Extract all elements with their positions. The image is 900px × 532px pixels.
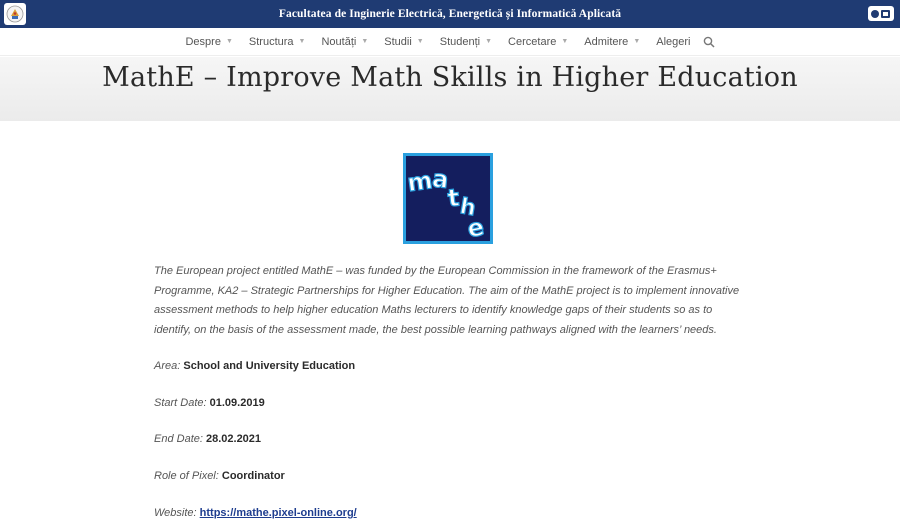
area-field: Area: School and University Education bbox=[154, 360, 355, 372]
chevron-down-icon: ▼ bbox=[561, 38, 569, 45]
nav-item-studenti[interactable]: Studenți ▼ bbox=[440, 36, 492, 48]
role-value: Coordinator bbox=[221, 470, 285, 482]
intro-paragraph: The European project entitled MathE – wa… bbox=[154, 265, 740, 336]
website-field: Website: https://mathe.pixel-online.org/ bbox=[154, 507, 357, 519]
chevron-down-icon: ▼ bbox=[485, 38, 493, 45]
faculty-name[interactable]: Facultatea de Inginerie Electrică, Energ… bbox=[279, 8, 621, 20]
nav-item-noutati[interactable]: Noutăți ▼ bbox=[321, 36, 368, 48]
top-bar: Facultatea de Inginerie Electrică, Energ… bbox=[0, 0, 900, 28]
logo-letter-m: m bbox=[406, 166, 434, 197]
page-title: MathE – Improve Math Skills in Higher Ed… bbox=[102, 62, 798, 93]
role-field: Role of Pixel: Coordinator bbox=[154, 470, 285, 482]
chevron-down-icon: ▼ bbox=[361, 38, 369, 45]
chevron-down-icon: ▼ bbox=[633, 38, 641, 45]
page-header: MathE – Improve Math Skills in Higher Ed… bbox=[0, 57, 900, 121]
start-date-label: Start Date: bbox=[154, 397, 207, 409]
nav-item-structura[interactable]: Structura ▼ bbox=[249, 36, 306, 48]
nav-item-studii[interactable]: Studii ▼ bbox=[384, 36, 423, 48]
website-label: Website: bbox=[154, 507, 197, 519]
university-crest-icon[interactable] bbox=[4, 3, 26, 25]
mathe-logo: m a t h e bbox=[403, 153, 493, 244]
end-date-label: End Date: bbox=[154, 433, 203, 445]
nav-item-label: Noutăți bbox=[321, 35, 357, 48]
nav-item-label: Cercetare bbox=[508, 35, 557, 48]
website-link[interactable]: https://mathe.pixel-online.org/ bbox=[200, 507, 357, 519]
end-date-value: 28.02.2021 bbox=[205, 433, 262, 445]
main-navigation: Despre ▼ Structura ▼ Noutăți ▼ Studii ▼ Stud… bbox=[0, 28, 900, 56]
search-button[interactable] bbox=[703, 36, 715, 48]
start-date-value: 01.09.2019 bbox=[209, 397, 265, 409]
chevron-down-icon: ▼ bbox=[225, 38, 233, 45]
nav-item-alegeri[interactable]: Alegeri bbox=[656, 36, 690, 48]
tuiasi-logo-icon[interactable] bbox=[868, 6, 894, 21]
nav-item-label: Admitere bbox=[584, 35, 629, 48]
nav-item-label: Studenți bbox=[439, 35, 481, 48]
nav-item-cercetare[interactable]: Cercetare ▼ bbox=[508, 36, 568, 48]
search-icon bbox=[703, 36, 715, 48]
chevron-down-icon: ▼ bbox=[416, 38, 424, 45]
start-date-field: Start Date: 01.09.2019 bbox=[154, 397, 265, 409]
nav-item-label: Despre bbox=[185, 35, 221, 48]
area-label: Area: bbox=[154, 360, 181, 372]
area-value: School and University Education bbox=[183, 360, 356, 372]
role-label: Role of Pixel: bbox=[154, 470, 219, 482]
nav-item-admitere[interactable]: Admitere ▼ bbox=[584, 36, 640, 48]
end-date-field: End Date: 28.02.2021 bbox=[154, 433, 261, 445]
chevron-down-icon: ▼ bbox=[298, 38, 306, 45]
project-description: The European project entitled MathE – wa… bbox=[154, 262, 746, 340]
mathe-logo-graphic: m a t h e bbox=[406, 156, 490, 241]
nav-item-label: Alegeri bbox=[656, 35, 691, 48]
nav-item-label: Studii bbox=[384, 35, 412, 48]
nav-item-label: Structura bbox=[248, 35, 294, 48]
nav-item-despre[interactable]: Despre ▼ bbox=[185, 36, 232, 48]
